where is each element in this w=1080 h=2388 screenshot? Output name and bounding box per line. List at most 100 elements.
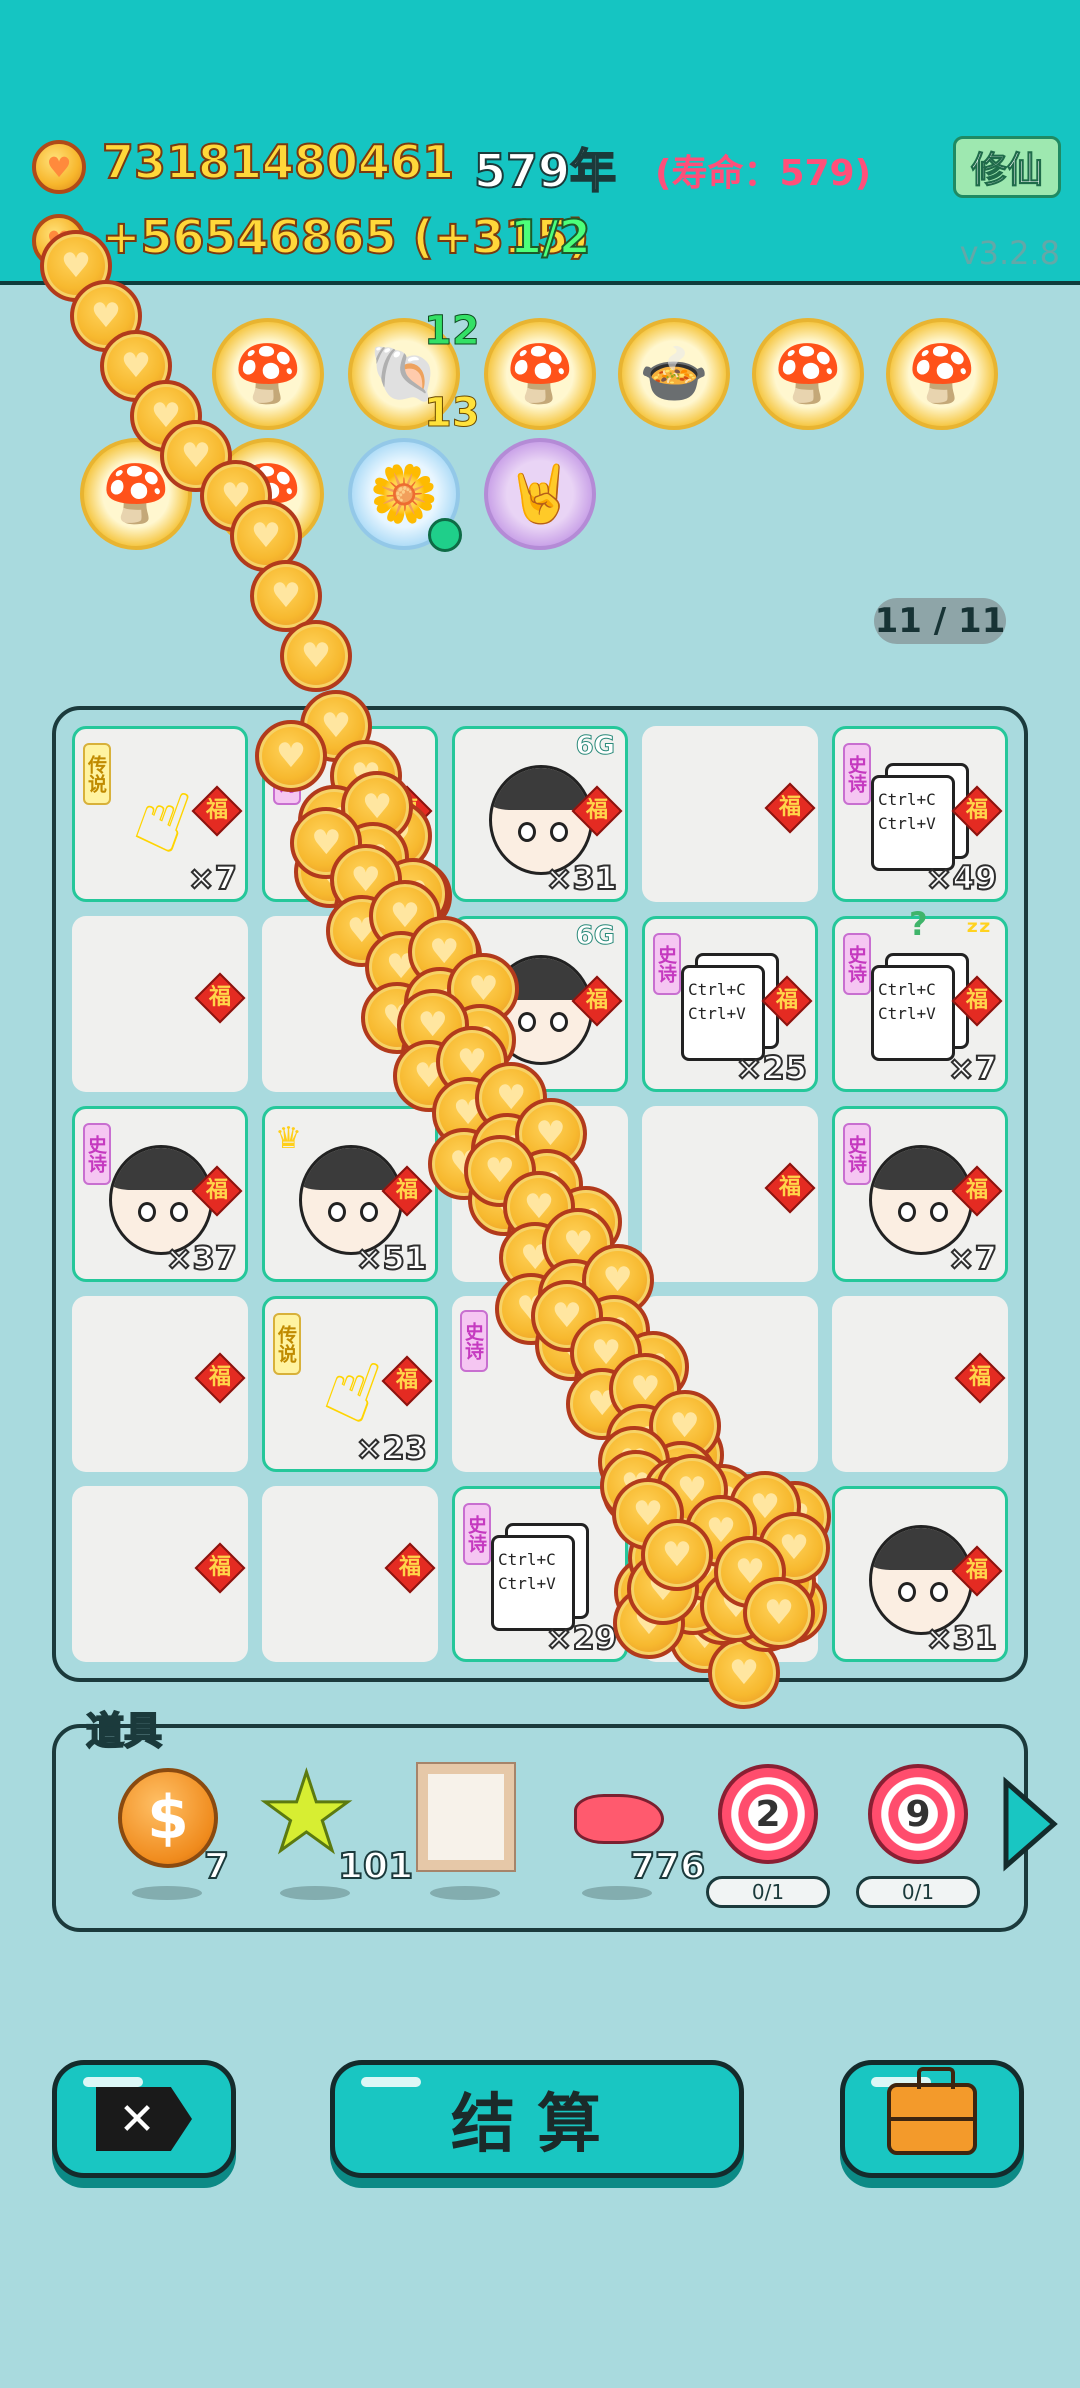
board-cell-empty[interactable]: 福 — [832, 1296, 1008, 1472]
top-status-bar: ♥ 73181480461 579年 (寿命：579) 修仙 ♥ +565468… — [0, 0, 1080, 285]
prop-shadow — [280, 1886, 350, 1900]
seashell-top-count: 12 — [424, 308, 481, 355]
cell-count: ×49 — [925, 858, 998, 898]
6g-badge: 6G — [575, 921, 615, 952]
cell-count: ×29 — [545, 1618, 618, 1658]
board-cell[interactable]: 福 ×31 — [832, 1486, 1008, 1662]
discard-button[interactable]: ✕ — [52, 2060, 236, 2178]
board-cell-empty[interactable]: 福 — [642, 1106, 818, 1282]
epic-tag: 史诗 — [843, 1123, 871, 1185]
version-label: v3.2.8 — [959, 234, 1060, 272]
seashell-bottom-count: 13 — [424, 390, 481, 437]
new-indicator-dot — [428, 518, 462, 552]
board-cell[interactable]: 史诗 Ctrl+C Ctrl+V ×29 — [452, 1486, 628, 1662]
copy-paste-icon: Ctrl+C Ctrl+V — [491, 1523, 589, 1633]
flying-coin-icon: ♥ — [280, 620, 352, 692]
epic-tag: 史诗 — [460, 1310, 488, 1372]
fortune-diamond-icon: 福 — [194, 1352, 246, 1404]
props-panel: $ 7 ★ 101 776 2 0/1 9 0/1 — [52, 1724, 1028, 1932]
prop-count: 101 — [337, 1845, 414, 1888]
cell-count: ×25 — [735, 1048, 808, 1088]
fortune-diamond-icon: 福 — [954, 1352, 1006, 1404]
slot-mushroom-cloud-4[interactable]: 🍄 — [886, 318, 998, 430]
board-cell[interactable]: 6G 福 ×31 — [452, 726, 628, 902]
epic-tag: 史诗 — [653, 933, 681, 995]
settle-button[interactable]: 结算 — [330, 2060, 744, 2178]
cell-count: ×31 — [925, 1618, 998, 1658]
lifespan-display: (寿命：579) — [655, 153, 872, 194]
year-display: 579年 — [473, 143, 617, 199]
potted-flower-icon: 🌼 — [369, 462, 439, 527]
question-mark-icon: ? — [909, 905, 928, 943]
copy-paste-icon: Ctrl+C Ctrl+V — [871, 953, 969, 1063]
rock-hand-icon: 🤘 — [505, 462, 575, 527]
settle-label: 结算 — [451, 2088, 623, 2162]
mushroom-cloud-icon: 🍄 — [907, 342, 977, 407]
flying-coin-icon: ♥ — [743, 1577, 815, 1649]
board-cell[interactable]: 传说 ☝ 福 ×7 — [72, 726, 248, 902]
target-icon[interactable]: 2 — [718, 1764, 818, 1864]
slot-rice-cooker[interactable]: 🍲 — [618, 318, 730, 430]
slot-mushroom-cloud-3[interactable]: 🍄 — [752, 318, 864, 430]
rice-cooker-duck-icon: 🍲 — [639, 342, 709, 407]
coin-icon: ♥ — [32, 140, 86, 194]
board-cell[interactable]: 史诗 Ctrl+C Ctrl+V 福 ×25 — [642, 916, 818, 1092]
board-counter: 11 / 11 — [874, 598, 1006, 644]
cell-count: ×23 — [355, 1428, 428, 1468]
target-ratio: 0/1 — [856, 1876, 980, 1908]
legendary-tag: 传说 — [273, 1313, 301, 1375]
frame-icon[interactable] — [418, 1764, 514, 1870]
board-cell[interactable]: 史诗 福 ×7 — [832, 1106, 1008, 1282]
board-cell[interactable]: 史诗 福 ×37 — [72, 1106, 248, 1282]
fortune-diamond-icon: 福 — [194, 972, 246, 1024]
board-cell[interactable]: ♛ 福 ×51 — [262, 1106, 438, 1282]
cell-count: ×7 — [187, 858, 238, 898]
slot-rock-hand[interactable]: 🤘 — [484, 438, 596, 550]
dollar-coin-icon[interactable]: $ — [118, 1768, 218, 1868]
copy-paste-icon: Ctrl+C Ctrl+V — [681, 953, 779, 1063]
cultivate-button[interactable]: 修仙 — [953, 136, 1061, 198]
prop-shadow — [582, 1886, 652, 1900]
epic-tag: 史诗 — [843, 743, 871, 805]
board-cell-empty[interactable]: 福 — [642, 726, 818, 902]
prop-count: 776 — [629, 1845, 706, 1888]
inventory-button[interactable] — [840, 2060, 1024, 2178]
board-cell[interactable]: 史诗 Ctrl+C Ctrl+V 福 ×49 — [832, 726, 1008, 902]
prop-count: 7 — [203, 1845, 230, 1888]
board-cell-empty[interactable]: 福 — [72, 1486, 248, 1662]
board-cell-empty[interactable]: 福 — [72, 1296, 248, 1472]
board-cell-empty[interactable]: 福 — [72, 916, 248, 1092]
props-title: 道具 — [85, 1708, 163, 1754]
slot-mushroom-cloud[interactable]: 🍄 — [212, 318, 324, 430]
mushroom-cloud-icon: 🍄 — [505, 342, 575, 407]
fortune-diamond-icon: 福 — [764, 782, 816, 834]
next-page-arrow-icon[interactable] — [1000, 1776, 1060, 1872]
flying-coin-icon: ♥ — [255, 720, 327, 792]
cell-count: ×7 — [947, 1048, 998, 1088]
cell-count: ×31 — [545, 858, 618, 898]
mushroom-cloud-icon: 🍄 — [233, 342, 303, 407]
cell-count: ×51 — [355, 1238, 428, 1278]
crown-icon: ♛ — [275, 1121, 302, 1156]
liver-icon[interactable] — [574, 1794, 664, 1844]
flying-coin-icon: ♥ — [641, 1519, 713, 1591]
cell-count: ×7 — [947, 1238, 998, 1278]
mushroom-cloud-icon: 🍄 — [773, 342, 843, 407]
copy-paste-icon: Ctrl+C Ctrl+V — [871, 763, 969, 873]
prop-shadow — [430, 1886, 500, 1900]
legendary-tag: 传说 — [83, 743, 111, 805]
board-cell[interactable]: 史诗 ? ᶻᶻ Ctrl+C Ctrl+V 福 ×7 — [832, 905, 1008, 1092]
board-cell[interactable]: 传说 ☝ 福 ×23 — [262, 1296, 438, 1472]
target-ratio: 0/1 — [706, 1876, 830, 1908]
target-icon[interactable]: 9 — [868, 1764, 968, 1864]
board-cell-empty[interactable]: 福 — [262, 1486, 438, 1662]
6g-badge: 6G — [575, 731, 615, 762]
fortune-diamond-icon: 福 — [384, 1542, 436, 1594]
epic-tag: 史诗 — [83, 1123, 111, 1185]
epic-tag: 史诗 — [463, 1503, 491, 1565]
prop-shadow — [132, 1886, 202, 1900]
progress-ratio: 1/2 — [509, 209, 592, 265]
cell-count: ×37 — [165, 1238, 238, 1278]
slot-mushroom-cloud-2[interactable]: 🍄 — [484, 318, 596, 430]
fortune-diamond-icon: 福 — [764, 1162, 816, 1214]
